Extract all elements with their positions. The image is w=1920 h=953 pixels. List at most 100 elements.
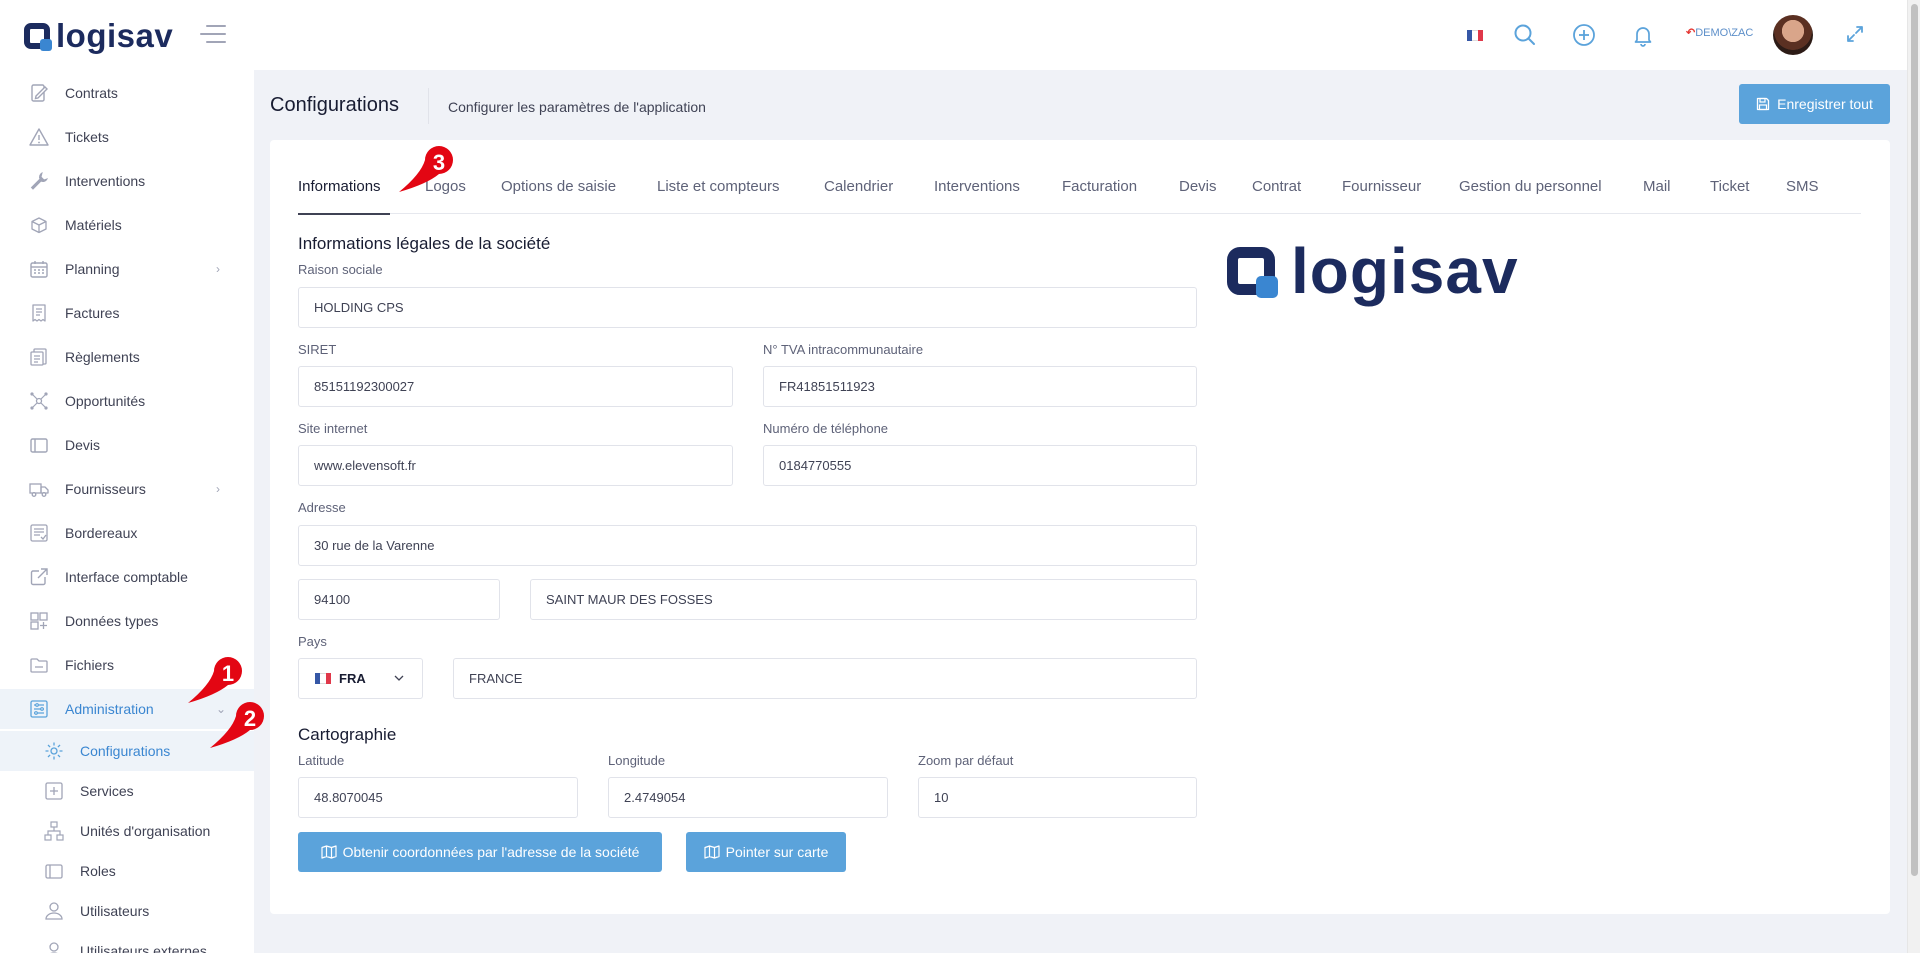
sidebar-subitem-unites[interactable]: Unités d'organisation: [0, 811, 254, 851]
tab-devis[interactable]: Devis: [1179, 178, 1217, 195]
tab-bar: Informations Logos Options de saisie Lis…: [298, 178, 1861, 214]
raison-sociale-input[interactable]: HOLDING CPS: [298, 287, 1197, 328]
sidebar-item-label: Planning: [65, 261, 120, 277]
sidebar-subitem-utilisateurs[interactable]: Utilisateurs: [0, 891, 254, 931]
scrollbar-thumb[interactable]: [1911, 4, 1918, 876]
add-circle-icon[interactable]: [1571, 22, 1597, 48]
grid-icon: [30, 612, 48, 630]
city-input[interactable]: SAINT MAUR DES FOSSES: [530, 579, 1197, 620]
tab-mail[interactable]: Mail: [1643, 178, 1671, 195]
site-internet-input[interactable]: www.elevensoft.fr: [298, 445, 733, 486]
tva-input[interactable]: FR41851511923: [763, 366, 1197, 407]
menu-toggle-icon[interactable]: [200, 25, 226, 49]
annotation-badge-2: 2: [208, 700, 280, 756]
sidebar-subitem-roles[interactable]: Roles: [0, 851, 254, 891]
roles-icon: [45, 864, 63, 879]
sidebar: Contrats Tickets Interventions Matériels…: [0, 70, 254, 953]
annotation-number: 3: [432, 150, 446, 175]
opportunity-icon: [30, 392, 48, 410]
country-code-select[interactable]: FRA: [298, 658, 423, 699]
site-internet-label: Site internet: [298, 421, 368, 436]
page-title: Configurations: [270, 94, 399, 116]
impersonation-indicator[interactable]: ↶DEMO\ZAC: [1686, 26, 1753, 39]
sidebar-subitem-utilisateurs-externes[interactable]: Utilisateurs externes: [0, 931, 254, 953]
annotation-badge-3: 3: [397, 144, 469, 200]
point-on-map-label: Pointer sur carte: [725, 844, 829, 860]
sidebar-subitem-label: Roles: [80, 863, 116, 879]
sidebar-item-donnees-types[interactable]: Données types: [0, 601, 254, 641]
sidebar-subitem-label: Services: [80, 783, 134, 799]
tab-ticket[interactable]: Ticket: [1710, 178, 1749, 195]
phone-input[interactable]: 0184770555: [763, 445, 1197, 486]
latitude-label: Latitude: [298, 753, 345, 768]
chevron-down-icon: [394, 675, 404, 681]
app-logo[interactable]: logisav: [24, 17, 173, 55]
point-on-map-button[interactable]: Pointer sur carte: [686, 832, 846, 872]
sidebar-subitem-label: Unités d'organisation: [80, 823, 211, 839]
siret-label: SIRET: [298, 342, 337, 357]
company-logo-text: logisav: [1291, 235, 1519, 307]
country-name-input[interactable]: FRANCE: [453, 658, 1197, 699]
sidebar-item-contrats[interactable]: Contrats: [0, 73, 254, 113]
sidebar-item-opportunites[interactable]: Opportunités: [0, 381, 254, 421]
tab-sms[interactable]: SMS: [1786, 178, 1819, 195]
configuration-card: Informations Logos Options de saisie Lis…: [270, 140, 1890, 914]
page-subtitle: Configurer les paramètres de l'applicati…: [448, 99, 706, 115]
tab-facturation[interactable]: Facturation: [1062, 178, 1137, 195]
calendar-icon: [30, 261, 48, 278]
sidebar-item-planning[interactable]: Planning ›: [0, 249, 254, 289]
invoice-icon: [32, 304, 46, 322]
siret-input[interactable]: 85151192300027: [298, 366, 733, 407]
external-user-icon: [49, 942, 59, 953]
language-flag-icon[interactable]: [1467, 30, 1483, 41]
latitude-input[interactable]: 48.8070045: [298, 777, 578, 818]
fullscreen-icon[interactable]: [1845, 24, 1865, 44]
avatar[interactable]: [1773, 15, 1813, 55]
map-icon: [320, 845, 337, 859]
annotation-number: 1: [221, 661, 235, 686]
sidebar-item-label: Opportunités: [65, 393, 146, 409]
sidebar-item-interface-comptable[interactable]: Interface comptable: [0, 557, 254, 597]
sidebar-subitem-label: Utilisateurs externes: [80, 943, 207, 953]
tab-fournisseur[interactable]: Fournisseur: [1342, 178, 1421, 195]
tab-gestion-du-personnel[interactable]: Gestion du personnel: [1459, 178, 1602, 195]
tab-contrat[interactable]: Contrat: [1252, 178, 1301, 195]
sidebar-item-tickets[interactable]: Tickets: [0, 117, 254, 157]
tab-informations[interactable]: Informations: [298, 178, 381, 195]
section-title-cartographie: Cartographie: [298, 725, 397, 744]
active-tab-indicator: [298, 213, 390, 215]
map-icon: [704, 845, 720, 859]
get-coordinates-button[interactable]: Obtenir coordonnées par l'adresse de la …: [298, 832, 662, 872]
sidebar-item-interventions[interactable]: Interventions: [0, 161, 254, 201]
page-scrollbar[interactable]: [1907, 0, 1920, 953]
tab-interventions[interactable]: Interventions: [934, 178, 1020, 195]
services-icon: [45, 782, 63, 800]
folder-icon: [30, 658, 48, 673]
payment-icon: [30, 348, 47, 366]
sidebar-item-devis[interactable]: Devis: [0, 425, 254, 465]
bell-icon[interactable]: [1630, 22, 1656, 48]
sidebar-subitem-services[interactable]: Services: [0, 771, 254, 811]
company-logo: logisav: [1227, 239, 1519, 303]
sidebar-item-bordereaux[interactable]: Bordereaux: [0, 513, 254, 553]
org-icon: [44, 821, 64, 841]
sidebar-item-factures[interactable]: Factures: [0, 293, 254, 333]
postal-code-input[interactable]: 94100: [298, 579, 500, 620]
tab-options-de-saisie[interactable]: Options de saisie: [501, 178, 616, 195]
sidebar-item-reglements[interactable]: Règlements: [0, 337, 254, 377]
save-all-label: Enregistrer tout: [1777, 96, 1873, 112]
sidebar-item-label: Bordereaux: [65, 525, 138, 541]
tab-calendrier[interactable]: Calendrier: [824, 178, 893, 195]
warning-icon: [29, 128, 49, 146]
sidebar-item-materiels[interactable]: Matériels: [0, 205, 254, 245]
sidebar-item-fournisseurs[interactable]: Fournisseurs ›: [0, 469, 254, 509]
zoom-input[interactable]: 10: [918, 777, 1197, 818]
search-icon[interactable]: [1512, 22, 1538, 48]
tab-liste-et-compteurs[interactable]: Liste et compteurs: [657, 178, 780, 195]
save-all-button[interactable]: Enregistrer tout: [1739, 84, 1890, 124]
adresse-label: Adresse: [298, 500, 346, 515]
divider: [428, 88, 429, 124]
get-coordinates-label: Obtenir coordonnées par l'adresse de la …: [342, 844, 640, 860]
adresse-input[interactable]: 30 rue de la Varenne: [298, 525, 1197, 566]
longitude-input[interactable]: 2.4749054: [608, 777, 888, 818]
